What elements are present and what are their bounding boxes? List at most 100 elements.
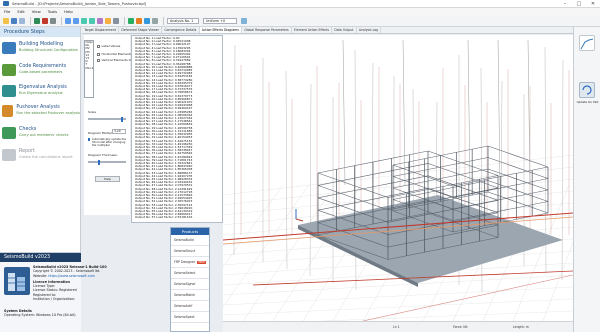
settings-icon[interactable] — [50, 17, 56, 24]
menu-view[interactable]: View — [32, 9, 41, 14]
label-values-checkbox[interactable]: Label Values — [97, 44, 120, 48]
menu-edit[interactable]: Edit — [17, 9, 24, 14]
step-eigenvalue-analysis[interactable]: Eigenvalue Analysis Run Eigenvalue analys… — [2, 83, 80, 105]
pushover-icon — [2, 105, 14, 117]
step-code-requirements[interactable]: Code Requirements Code-based parameters — [2, 62, 80, 84]
step-checks[interactable]: Checks Carry out members' checks — [2, 125, 80, 147]
building-icon — [2, 42, 16, 54]
tab-deformed-shape[interactable]: Deformed Shape Viewer — [119, 27, 163, 33]
update-icon[interactable] — [579, 82, 595, 98]
status-force-unit: Force: kN — [453, 325, 468, 329]
refresh-icon[interactable] — [241, 17, 247, 24]
brand-title: SeismoBuild v2023 — [0, 253, 81, 262]
load-pattern-combo[interactable]: Uniform +X — [203, 17, 237, 24]
tab-convergence[interactable]: Convergence Details — [162, 27, 200, 33]
diagram-line — [402, 39, 406, 186]
title-bar: SeismoBuild - [D:\Projects\SeismoBuild\_… — [0, 0, 600, 8]
tab-analysis-log[interactable]: Analysis Log — [357, 27, 382, 33]
product-item[interactable]: SeismoSelect — [171, 268, 209, 279]
grid-line — [242, 184, 336, 321]
axis-x — [295, 218, 304, 222]
thickness-slider[interactable] — [88, 159, 126, 165]
step-report[interactable]: Report Create the calculations report — [2, 147, 80, 169]
analysis-combo[interactable]: Analysis No. 1 — [167, 17, 199, 24]
product-item[interactable]: SeismoArtif — [171, 301, 209, 312]
thickness-label: Diagram Thickness: — [88, 153, 118, 157]
product-item[interactable]: SeismoBuild — [171, 235, 209, 246]
about-panel: SeismoBuild v2023 SeismoBuild v2023 Rele… — [0, 252, 107, 332]
block-right-beam — [392, 164, 454, 187]
grid-icon[interactable] — [113, 17, 119, 24]
code-book-icon — [2, 64, 16, 76]
chart-icon[interactable] — [136, 17, 142, 24]
products-header: Products — [171, 228, 209, 235]
maximize-button[interactable]: □ — [572, 0, 586, 8]
product-item[interactable]: SeismoMatch — [171, 290, 209, 301]
scale-slider[interactable] — [88, 116, 126, 122]
auto-update-checkbox[interactable]: Automatically update the 3D model after … — [88, 137, 128, 148]
zoom-out-icon[interactable] — [73, 17, 79, 24]
results-list[interactable]: Output No. 1 Load Factor: 0.00 Output No.… — [131, 35, 223, 223]
zoom-in-icon[interactable] — [65, 17, 71, 24]
seismobuild-logo — [4, 267, 30, 295]
step-pushover-analysis[interactable]: Pushover Analysis Run the selected Pushov… — [2, 103, 80, 125]
tab-target-displacement[interactable]: Target Displacement — [82, 27, 120, 33]
component-list[interactable]: Output No. M2 M3 V2 V3 N T M2+M3 — [84, 40, 94, 98]
tab-element-action-effects[interactable]: Element Action Effects — [292, 27, 333, 33]
3d-viewport[interactable] — [223, 35, 573, 321]
step-building-modelling[interactable]: Building Modelling Building Structural Co… — [2, 40, 80, 62]
new-icon[interactable] — [19, 17, 25, 24]
status-bar: Ln 1 Force: kN Length: m — [223, 321, 573, 332]
minimize-button[interactable]: – — [558, 0, 572, 8]
floor-slab — [298, 195, 563, 283]
tab-global-response[interactable]: Global Response Parameters — [242, 27, 292, 33]
close-button[interactable]: ✕ — [586, 0, 600, 8]
update-on-plot-label: Update On Plot — [576, 100, 599, 104]
product-item[interactable]: SeismoSignal — [171, 279, 209, 290]
tab-action-effects[interactable]: Action Effects Diagrams — [199, 27, 243, 33]
menu-file[interactable]: File — [4, 9, 10, 14]
diagram-line — [561, 59, 564, 281]
vertical-only-checkbox[interactable]: Vertical Elements Only — [97, 58, 136, 62]
pan-icon[interactable] — [89, 17, 95, 24]
tab-data-output[interactable]: Data Output — [332, 27, 357, 33]
result-row[interactable]: Output No. 57 Load Factor: 2.53181516 — [135, 216, 222, 219]
product-item[interactable]: FRP Designer NEW — [171, 257, 209, 268]
rotate-icon[interactable] — [81, 17, 87, 24]
diagram-line — [527, 39, 531, 186]
procedure-header: Procedure Steps — [0, 27, 80, 37]
save-icon[interactable] — [11, 17, 17, 24]
block-left-beam — [317, 185, 389, 211]
help-button[interactable]: Help — [95, 176, 120, 182]
product-item[interactable]: SeismoSpect — [171, 312, 209, 323]
pushover-curve-icon[interactable] — [579, 35, 595, 51]
scale-label: Scale — [88, 110, 97, 114]
window-title: SeismoBuild - [D:\Projects\SeismoBuild\_… — [12, 1, 147, 6]
print-icon[interactable] — [152, 17, 158, 24]
os-info: Operating System: Windows 10 Pro (64-bit… — [4, 313, 76, 318]
menu-help[interactable]: Help — [64, 9, 73, 14]
status-length-unit: Length: m — [513, 325, 529, 329]
beam-diagram — [362, 274, 573, 321]
grid-line — [223, 184, 284, 268]
stop-icon[interactable] — [42, 17, 48, 24]
view-3d-icon[interactable] — [97, 17, 103, 24]
grid-line — [223, 274, 573, 296]
block-left-beam — [427, 150, 499, 176]
product-item[interactable]: SeismoStruct — [171, 246, 209, 257]
multiplier-input[interactable]: 3.20 — [112, 129, 126, 134]
fit-icon[interactable] — [105, 17, 111, 24]
diagram-line — [342, 39, 346, 186]
menu-tools[interactable]: Tools — [48, 9, 57, 14]
website-link[interactable]: https://www.seismosoft.com — [48, 274, 94, 278]
products-popup: Products SeismoBuild SeismoStruct FRP Desi… — [170, 227, 210, 332]
run-icon[interactable] — [34, 17, 40, 24]
open-icon[interactable] — [3, 17, 9, 24]
checks-icon — [2, 127, 16, 139]
status-line: Ln 1 — [393, 325, 400, 329]
camera-icon[interactable] — [144, 17, 150, 24]
results-tabs: Target Displacement Deformed Shape Viewe… — [82, 27, 573, 34]
globe-icon[interactable] — [128, 17, 134, 24]
diagram-line — [467, 39, 471, 186]
grid-line — [223, 184, 310, 308]
